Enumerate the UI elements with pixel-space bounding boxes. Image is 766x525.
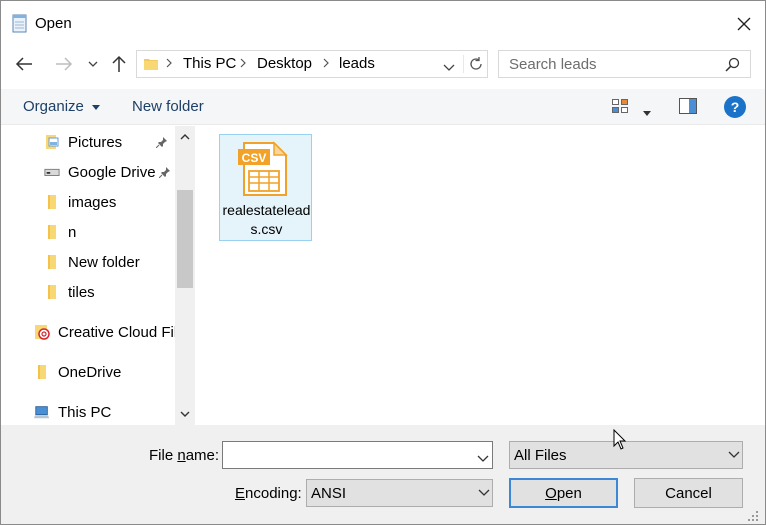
breadcrumb-this-pc[interactable]: This PC xyxy=(183,55,236,72)
title-bar[interactable]: Open xyxy=(1,1,765,46)
tree-item-images[interactable]: images xyxy=(44,189,116,215)
arrow-right-icon xyxy=(56,57,73,71)
creative-cloud-icon xyxy=(34,324,50,340)
recent-locations-button[interactable] xyxy=(85,52,101,76)
arrow-up-icon xyxy=(112,55,126,72)
pin-icon[interactable] xyxy=(155,135,168,151)
window-title: Open xyxy=(35,15,72,32)
change-view-button[interactable] xyxy=(612,99,628,116)
search-input[interactable] xyxy=(499,51,719,77)
file-name-label: File name: xyxy=(149,447,220,464)
tree-item-tiles[interactable]: tiles xyxy=(44,279,95,305)
navigation-bar: This PC Desktop leads xyxy=(1,46,765,84)
chevron-down-icon xyxy=(477,455,489,462)
view-dropdown-button[interactable] xyxy=(643,103,651,119)
help-button[interactable]: ? xyxy=(724,96,746,118)
resize-grip-icon[interactable] xyxy=(747,509,759,525)
navigation-scrollbar[interactable] xyxy=(175,126,195,425)
file-type-value: All Files xyxy=(514,447,567,464)
chevron-right-icon xyxy=(166,58,172,68)
chevron-down-icon xyxy=(443,64,455,71)
search-icon[interactable] xyxy=(725,57,740,75)
refresh-button[interactable] xyxy=(463,55,487,73)
folder-icon xyxy=(44,254,60,270)
command-toolbar: Organize New folder ? xyxy=(1,89,765,125)
folder-icon xyxy=(44,284,60,300)
encoding-value: ANSI xyxy=(311,485,347,502)
tree-item-this-pc[interactable]: This PC xyxy=(34,399,111,425)
file-name-combobox xyxy=(222,441,493,469)
scroll-up-button[interactable] xyxy=(175,128,195,146)
encoding-label: Encoding: xyxy=(235,485,302,502)
chevron-down-icon xyxy=(478,489,490,496)
notepad-icon xyxy=(11,13,29,33)
folder-icon xyxy=(34,364,50,380)
pin-icon[interactable] xyxy=(158,165,171,181)
navigation-pane: Pictures Google Drive images n New folde… xyxy=(1,126,196,425)
tree-item-n[interactable]: n xyxy=(44,219,76,245)
folder-icon xyxy=(143,56,159,75)
tree-item-new-folder[interactable]: New folder xyxy=(44,249,140,275)
chevron-down-icon xyxy=(728,451,740,458)
encoding-select[interactable]: ANSI xyxy=(306,479,493,507)
chevron-down-icon xyxy=(88,61,98,67)
cancel-button[interactable]: Cancel xyxy=(634,478,743,508)
back-button[interactable] xyxy=(11,52,37,76)
computer-icon xyxy=(34,404,50,420)
preview-pane-icon xyxy=(679,98,697,114)
up-button[interactable] xyxy=(107,52,131,76)
chevron-down-icon xyxy=(180,411,190,417)
address-bar[interactable]: This PC Desktop leads xyxy=(136,50,488,78)
folder-icon xyxy=(44,194,60,210)
tree-item-pictures[interactable]: Pictures xyxy=(44,129,122,155)
file-name-input[interactable] xyxy=(223,442,468,468)
scroll-thumb[interactable] xyxy=(177,190,193,288)
file-list[interactable]: CSV realestateleads.csv xyxy=(196,126,765,425)
folder-icon xyxy=(44,224,60,240)
address-dropdown-button[interactable] xyxy=(443,59,455,75)
file-name: realestateleads.csv xyxy=(222,202,311,237)
file-item[interactable]: CSV realestateleads.csv xyxy=(219,134,312,241)
view-options-icon xyxy=(612,99,628,113)
new-folder-button[interactable]: New folder xyxy=(132,98,204,115)
drive-icon xyxy=(44,164,60,180)
chevron-up-icon xyxy=(180,134,190,140)
search-box xyxy=(498,50,751,78)
csv-file-icon: CSV xyxy=(236,141,292,200)
file-name-dropdown-button[interactable] xyxy=(477,450,489,466)
scroll-down-button[interactable] xyxy=(175,405,195,423)
dialog-footer: File name: All Files Encoding: ANSI Open… xyxy=(1,425,765,524)
preview-pane-button[interactable] xyxy=(679,98,697,117)
open-button[interactable]: Open xyxy=(509,478,618,508)
breadcrumb-leads[interactable]: leads xyxy=(339,55,375,72)
forward-button[interactable] xyxy=(51,52,77,76)
open-dialog: Open This PC Desktop leads Search leads … xyxy=(0,0,766,525)
arrow-left-icon xyxy=(15,57,32,71)
organize-label: Organize xyxy=(23,98,84,115)
refresh-icon xyxy=(469,57,482,70)
close-button[interactable] xyxy=(727,9,761,39)
mouse-cursor-icon xyxy=(613,428,627,454)
chevron-right-icon xyxy=(240,58,246,68)
help-icon: ? xyxy=(730,99,740,115)
tree-item-onedrive[interactable]: OneDrive xyxy=(34,359,121,385)
organize-button[interactable]: Organize xyxy=(23,98,101,115)
pictures-folder-icon xyxy=(44,134,60,150)
csv-label: CSV xyxy=(242,151,267,165)
chevron-right-icon xyxy=(323,58,329,68)
breadcrumb-desktop[interactable]: Desktop xyxy=(257,55,312,72)
tree-item-creative-cloud[interactable]: Creative Cloud Files xyxy=(34,319,193,345)
caret-down-icon xyxy=(92,104,101,110)
tree-item-google-drive[interactable]: Google Drive xyxy=(44,159,156,185)
close-icon xyxy=(737,17,751,31)
caret-down-icon xyxy=(643,111,651,116)
